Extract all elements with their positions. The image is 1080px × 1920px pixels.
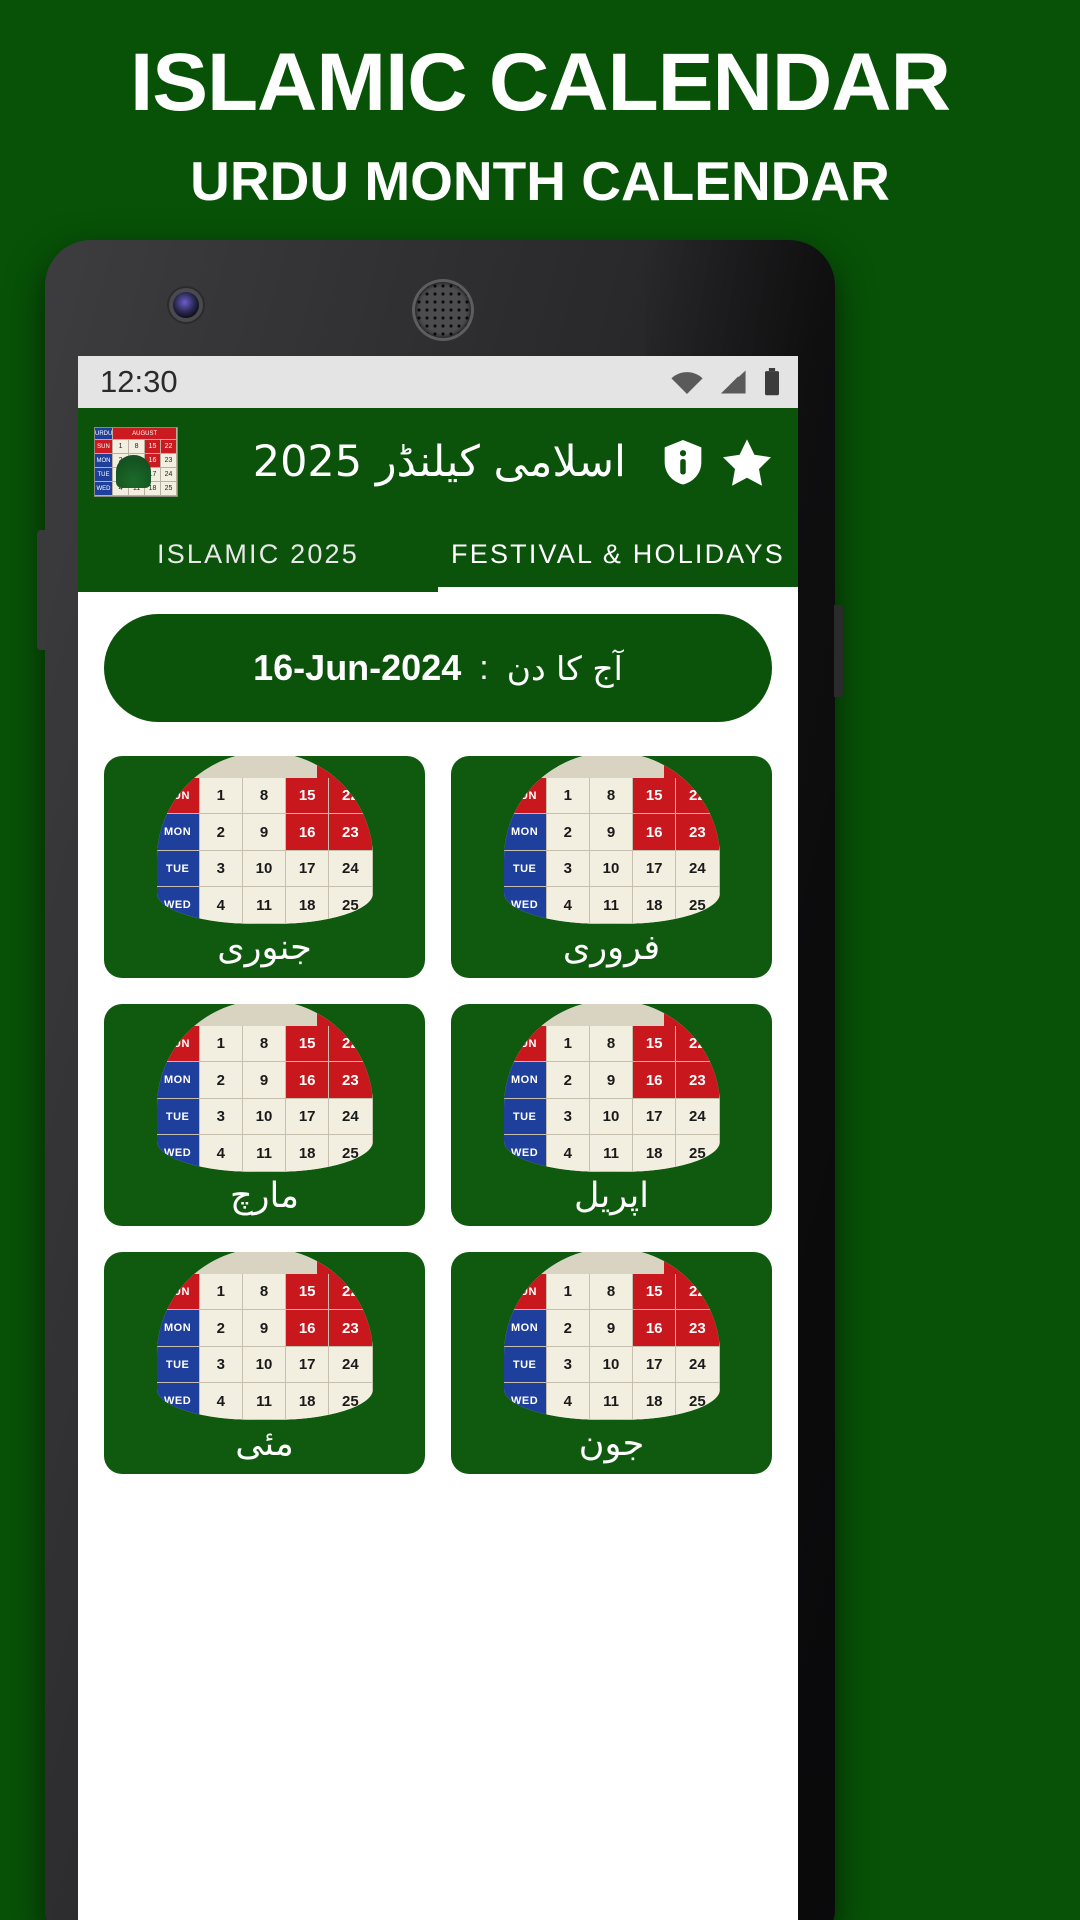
today-label: آج کا دن [506,648,623,688]
month-thumbnail-icon: AUGUST SUN 18 15 22 MON 29 16 23 TUE 3 1… [503,1004,720,1172]
phone-screen: 12:30 URDU AUGUST SUN 1 8 15 22 MON 16 2… [78,356,798,1920]
promo-title: ISLAMIC CALENDAR [129,37,951,128]
month-name: فروری [562,928,661,968]
app-title: اسلامی کیلنڈر 2025 [252,437,626,487]
tab-festival-holidays[interactable]: FESTIVAL & HOLIDAYS [438,516,798,592]
mosque-dome-icon [116,455,151,488]
month-name: مارچ [230,1176,299,1216]
month-card-march[interactable]: AUGUST SUN 18 15 22 MON 29 16 23 TUE 3 1… [104,1004,425,1226]
month-name: جون [578,1424,645,1464]
status-time: 12:30 [100,364,178,399]
tab-islamic-2025[interactable]: ISLAMIC 2025 [78,516,438,592]
month-card-may[interactable]: AUGUST SUN 18 15 22 MON 29 16 23 TUE 3 1… [104,1252,425,1474]
today-banner[interactable]: 16-Jun-2024 : آج کا دن [104,614,772,722]
month-card-june[interactable]: AUGUST SUN 18 15 22 MON 29 16 23 TUE 3 1… [451,1252,772,1474]
battery-icon [765,368,779,396]
promo-header: ISLAMIC CALENDAR URDU MONTH CALENDAR [0,0,1080,230]
tab-bar: ISLAMIC 2025 FESTIVAL & HOLIDAYS [78,516,798,592]
phone-power-button [834,605,843,697]
month-thumbnail-icon: AUGUST SUN 18 15 22 MON 29 16 23 TUE 3 1… [503,1252,720,1420]
app-bar: URDU AUGUST SUN 18 1522 MON 29 1623 TUE … [78,408,798,516]
cellular-signal-icon [721,370,746,394]
promo-subtitle: URDU MONTH CALENDAR [190,150,890,212]
month-grid: AUGUST SUN 18 15 22 MON 29 16 23 TUE 3 1… [104,756,772,1474]
month-thumbnail-icon: AUGUST SUN 18 15 22 MON 29 16 23 TUE 3 1… [156,1252,373,1420]
front-camera-icon [173,292,199,318]
earpiece-speaker-icon [415,282,471,338]
wifi-icon [671,372,703,395]
info-shield-icon[interactable] [654,433,712,491]
phone-volume-button [37,530,46,650]
month-name: مئی [235,1424,294,1464]
status-bar: 12:30 [78,356,798,408]
month-thumbnail-icon: AUGUST SUN 18 15 22 MON 29 16 23 TUE 3 1… [156,756,373,924]
phone-mockup: 12:30 URDU AUGUST SUN 1 8 15 22 MON 16 2… [37,240,843,1920]
month-name: اپریل [573,1176,650,1216]
status-icons [670,356,780,408]
content-area: 16-Jun-2024 : آج کا دن AUGUST SUN 18 15 2… [78,592,798,1920]
month-thumbnail-icon: AUGUST SUN 18 15 22 MON 29 16 23 TUE 3 1… [156,1004,373,1172]
today-separator: : [479,648,489,687]
month-card-april[interactable]: AUGUST SUN 18 15 22 MON 29 16 23 TUE 3 1… [451,1004,772,1226]
star-icon[interactable] [718,433,776,491]
phone-top-bezel [45,240,835,362]
today-date: 16-Jun-2024 [253,647,462,688]
app-logo-icon: URDU AUGUST SUN 18 1522 MON 29 1623 TUE … [94,427,178,497]
month-card-february[interactable]: AUGUST SUN 18 15 22 MON 29 16 23 TUE 3 1… [451,756,772,978]
tab-indicator [438,587,798,592]
month-card-january[interactable]: AUGUST SUN 18 15 22 MON 29 16 23 TUE 3 1… [104,756,425,978]
month-thumbnail-icon: AUGUST SUN 18 15 22 MON 29 16 23 TUE 3 1… [503,756,720,924]
month-name: جنوری [217,928,312,968]
